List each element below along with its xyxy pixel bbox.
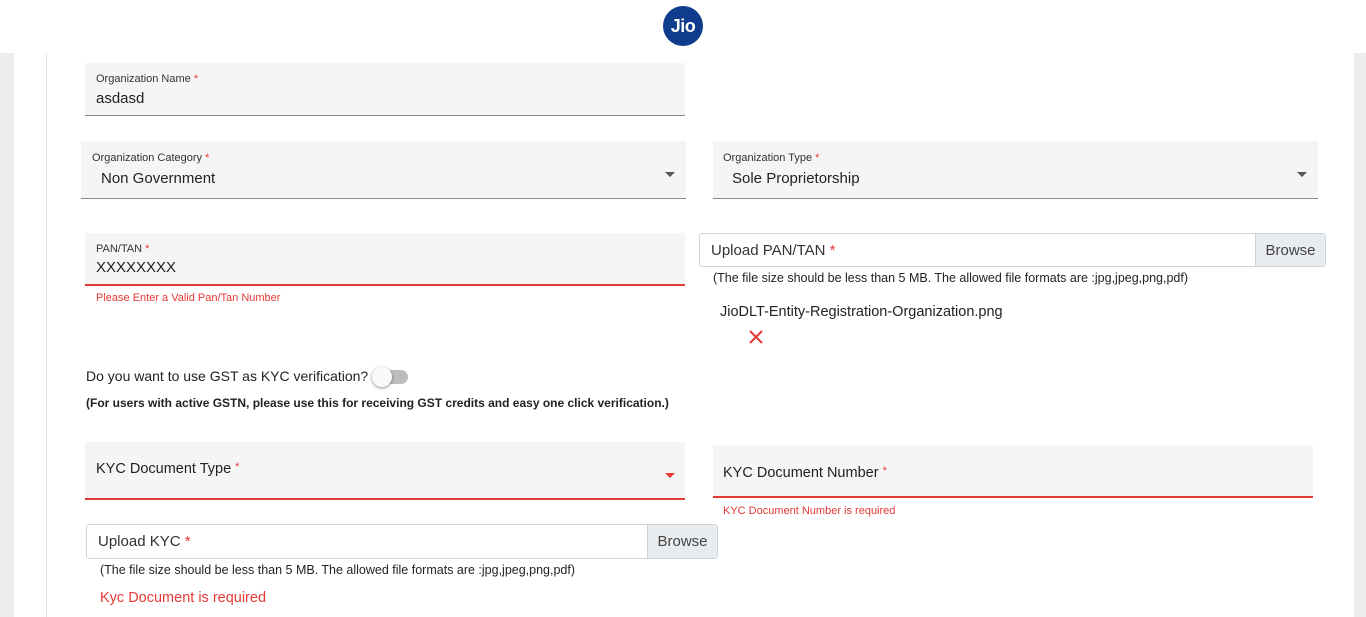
organization-name-field[interactable]: Organization Name * asdasd [85,63,685,116]
kyc-document-type-select[interactable]: KYC Document Type * [85,442,685,500]
organization-name-label: Organization Name * [96,73,199,85]
uploaded-file-name: JioDLT-Entity-Registration-Organization.… [720,304,1003,320]
kyc-document-number-error: KYC Document Number is required [723,505,896,517]
organization-type-label: Organization Type * [723,152,820,164]
kyc-upload-error: Kyc Document is required [100,590,267,606]
kyc-upload-hint: (The file size should be less than 5 MB.… [100,563,576,577]
gst-kyc-toggle[interactable] [372,367,408,387]
pan-tan-upload-hint: (The file size should be less than 5 MB.… [713,271,1189,285]
remove-file-icon[interactable] [749,330,763,344]
organization-name-value: asdasd [96,90,145,107]
chevron-down-icon [665,172,675,177]
upload-kyc-label: Upload KYC * [98,533,191,550]
chevron-down-icon [1297,172,1307,177]
toggle-knob [372,367,392,387]
top-header: Jio [0,0,1366,53]
browse-pan-tan-button[interactable]: Browse [1255,234,1325,266]
organization-category-select[interactable]: Organization Category * Non Government [81,141,686,199]
pan-tan-error: Please Enter a Valid Pan/Tan Number [96,292,281,304]
card-divider [46,53,47,617]
organization-type-value: Sole Proprietorship [732,170,860,187]
organization-category-label: Organization Category * [92,152,210,164]
organization-category-value: Non Government [101,170,216,187]
pan-tan-value: XXXXXXXX [96,259,177,276]
jio-logo[interactable]: Jio [663,6,703,46]
upload-pan-tan-input[interactable]: Upload PAN/TAN * Browse [699,233,1326,267]
gst-kyc-note: (For users with active GSTN, please use … [86,396,669,410]
upload-kyc-input[interactable]: Upload KYC * Browse [86,524,718,559]
browse-kyc-button[interactable]: Browse [647,525,717,558]
upload-pan-tan-label: Upload PAN/TAN * [711,241,836,259]
organization-type-select[interactable]: Organization Type * Sole Proprietorship [713,141,1318,199]
kyc-document-number-field[interactable]: KYC Document Number * [713,445,1313,498]
pan-tan-field[interactable]: PAN/TAN * XXXXXXXX [85,233,685,286]
gst-kyc-question: Do you want to use GST as KYC verificati… [86,368,369,384]
kyc-document-number-label: KYC Document Number * [723,465,887,481]
pan-tan-label: PAN/TAN * [96,243,150,255]
chevron-down-icon [665,473,675,478]
kyc-document-type-label: KYC Document Type * [96,461,240,477]
